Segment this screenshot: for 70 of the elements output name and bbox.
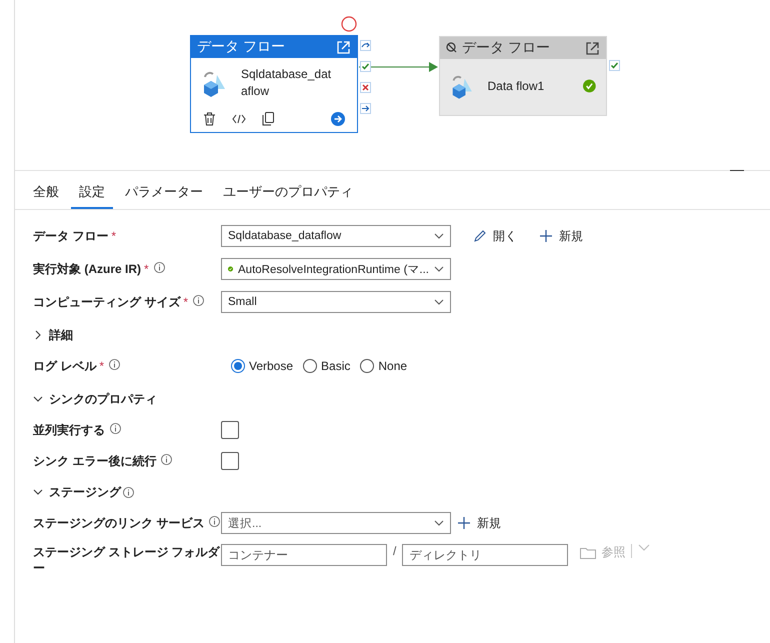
required-mark: * bbox=[183, 294, 188, 310]
chevron-down-icon bbox=[434, 299, 444, 305]
dropdown[interactable]: AutoResolveIntegrationRuntime (マ... bbox=[221, 258, 451, 280]
info-icon[interactable] bbox=[154, 262, 165, 273]
new-button[interactable]: 新規 bbox=[457, 514, 501, 532]
tab[interactable]: パラメーター bbox=[117, 177, 211, 209]
plus-icon bbox=[457, 516, 471, 530]
node-title: データ フロー bbox=[197, 38, 285, 56]
node-title: データ フロー bbox=[462, 39, 550, 57]
info-icon[interactable] bbox=[110, 423, 121, 434]
field-label: データ フロー bbox=[33, 228, 108, 244]
container-field[interactable]: コンテナー bbox=[221, 544, 387, 566]
success-port-icon[interactable] bbox=[609, 60, 620, 71]
section-toggle[interactable]: 詳細 bbox=[33, 326, 73, 344]
section-toggle[interactable]: ステージング bbox=[33, 484, 121, 500]
dropdown[interactable]: Sqldatabase_dataflow bbox=[221, 225, 451, 247]
failure-port-icon[interactable] bbox=[360, 82, 371, 93]
info-icon[interactable] bbox=[209, 516, 220, 527]
field-label: 実行対象 (Azure IR) bbox=[33, 261, 141, 277]
radio-option[interactable]: Basic bbox=[303, 359, 350, 373]
field-label: 並列実行する bbox=[33, 422, 105, 438]
tab[interactable]: 全般 bbox=[25, 177, 67, 209]
info-icon[interactable] bbox=[161, 454, 172, 465]
open-button[interactable]: 開く bbox=[473, 228, 517, 244]
node-name: Data flow1 bbox=[488, 78, 546, 94]
required-mark: * bbox=[111, 228, 116, 244]
tab[interactable]: 設定 bbox=[71, 177, 113, 209]
chevron-down-icon bbox=[434, 266, 444, 272]
tab[interactable]: ユーザーのプロパティ bbox=[215, 177, 361, 209]
completion-port-icon[interactable] bbox=[360, 103, 371, 114]
section-toggle[interactable]: シンクのプロパティ bbox=[33, 390, 157, 408]
chevron-down-icon bbox=[434, 520, 444, 526]
arrow-circle-icon[interactable] bbox=[331, 112, 345, 126]
plus-icon bbox=[539, 229, 553, 243]
required-mark: * bbox=[99, 358, 104, 374]
node-name: Sqldatabase_dataflow bbox=[241, 66, 332, 100]
copy-icon[interactable] bbox=[262, 112, 274, 126]
chevron-icon bbox=[33, 394, 43, 404]
chevron-icon bbox=[33, 330, 43, 340]
field-label: コンピューティング サイズ bbox=[33, 294, 180, 310]
new-button[interactable]: 新規 bbox=[539, 228, 583, 244]
field-label: ステージングのリンク サービス bbox=[33, 515, 204, 531]
field-label: ステージング ストレージ フォルダー bbox=[33, 544, 221, 576]
pencil-icon bbox=[473, 229, 487, 243]
ring-marker bbox=[341, 16, 357, 32]
activity-node[interactable]: データ フロー Sqldatabase_dataflow bbox=[190, 35, 358, 133]
checkbox[interactable] bbox=[221, 452, 239, 470]
chevron-icon bbox=[33, 487, 43, 497]
radio-option[interactable]: None bbox=[360, 359, 408, 373]
folder-icon bbox=[580, 546, 596, 558]
checkbox[interactable] bbox=[221, 421, 239, 439]
field-label: ログ レベル bbox=[33, 358, 96, 374]
success-port-icon[interactable] bbox=[360, 61, 371, 72]
required-mark: * bbox=[144, 261, 149, 277]
delete-icon[interactable] bbox=[203, 112, 216, 126]
chevron-down-icon bbox=[434, 233, 444, 239]
deactivated-icon bbox=[446, 42, 458, 54]
activity-node[interactable]: データ フロー Data flow1 bbox=[439, 36, 607, 116]
external-link-icon[interactable] bbox=[585, 40, 600, 56]
path-separator: / bbox=[393, 544, 396, 558]
dropdown[interactable]: Small bbox=[221, 291, 451, 313]
code-icon[interactable] bbox=[232, 114, 246, 124]
directory-field[interactable]: ディレクトリ bbox=[402, 544, 568, 566]
info-icon[interactable] bbox=[109, 359, 120, 370]
field-label: シンク エラー後に続行 bbox=[33, 453, 156, 469]
radio-option[interactable]: Verbose bbox=[231, 359, 294, 373]
skip-port-icon[interactable] bbox=[360, 40, 371, 51]
dropdown[interactable]: 選択... bbox=[221, 512, 451, 534]
info-icon[interactable] bbox=[123, 487, 134, 498]
info-icon[interactable] bbox=[193, 295, 204, 306]
